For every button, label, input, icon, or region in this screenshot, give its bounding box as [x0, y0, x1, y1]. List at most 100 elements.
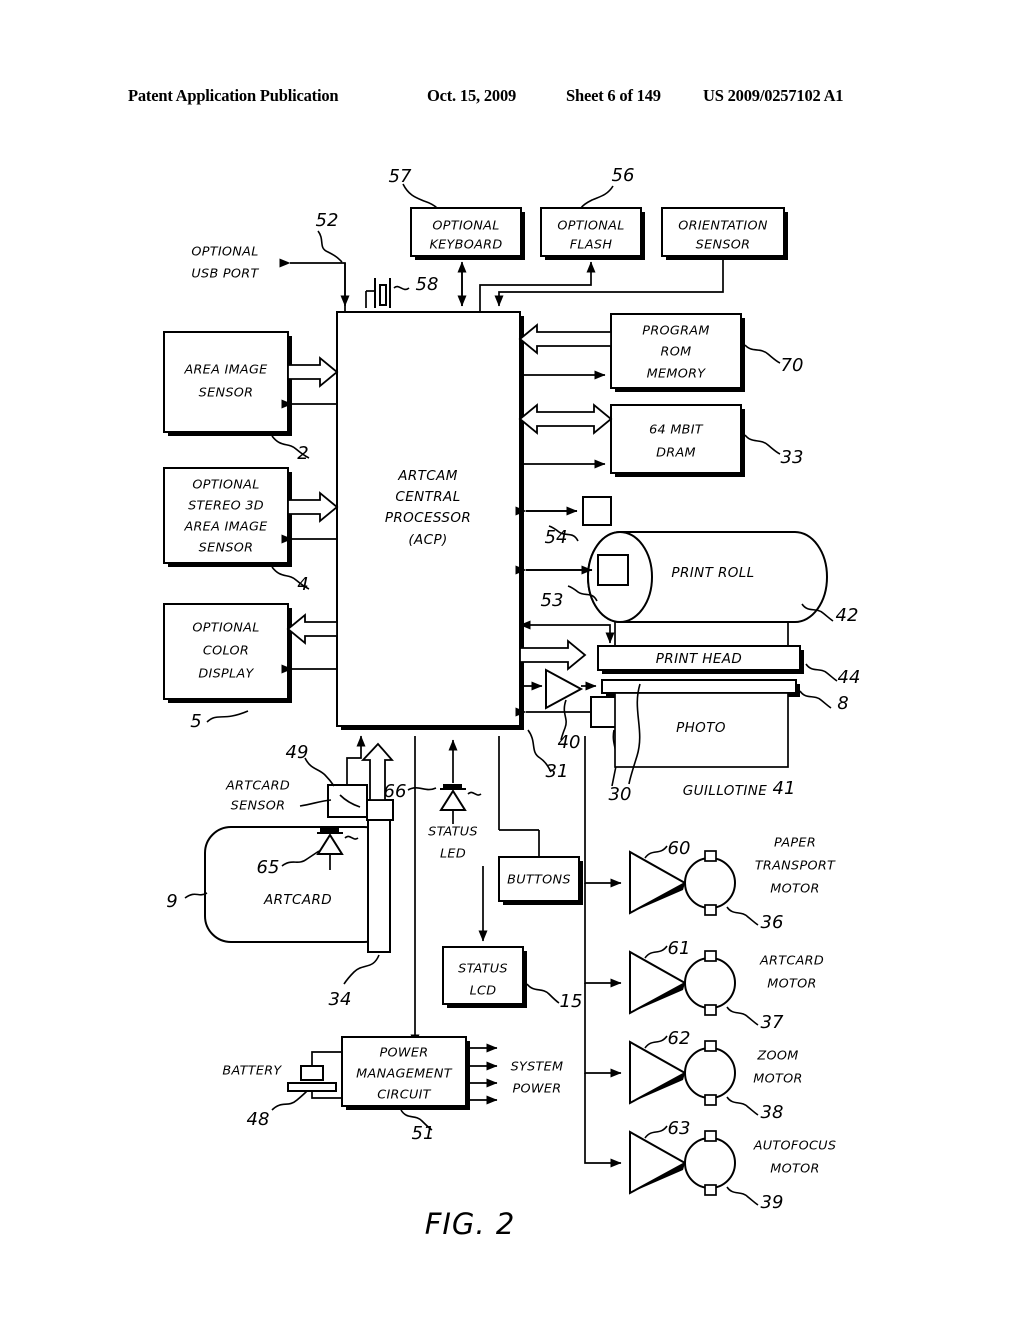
wire-acp-to-motor-63 [584, 1073, 622, 1168]
dram-label-line-1: DRAM [656, 446, 696, 461]
autofocus-motor-label-line-1: MOTOR [770, 1162, 819, 1177]
ref-56: 56 [612, 165, 635, 186]
lead-57 [402, 183, 438, 209]
area-image-sensor-label-line-0: AREA IMAGE [183, 363, 268, 378]
paper-transport-motor-label-line-2: MOTOR [770, 882, 819, 897]
lead-52 [317, 230, 343, 263]
motor-37-terminal-bottom [704, 1004, 717, 1016]
wire-acp-to-motor-61 [584, 883, 622, 988]
dram-label-line-0: 64 MBIT [649, 423, 704, 438]
wire-acp-paper-sense [519, 620, 615, 644]
wire-acp-to-motor-62 [584, 983, 622, 1078]
motor-39-terminal-top [704, 1130, 717, 1142]
amplifier-63 [629, 1130, 688, 1195]
amplifier-61 [629, 950, 688, 1015]
amplifier-62 [629, 1040, 688, 1105]
power-management-label-line-1: MANAGEMENT [356, 1067, 453, 1082]
stereo-sensor-label-line-3: SENSOR [199, 541, 254, 556]
lead-38 [726, 1096, 759, 1116]
optional-keyboard-label-line-0: OPTIONAL [432, 219, 499, 234]
wire-orientation-to-acp [494, 256, 724, 307]
amplifier-60 [629, 850, 688, 915]
lead-9 [184, 892, 208, 899]
motor-37-terminal-top [704, 950, 717, 962]
bus-acp-to-color-display [286, 613, 338, 645]
ref-63: 63 [668, 1118, 691, 1139]
battery-wire-bottom [311, 1091, 342, 1099]
lead-66 [407, 787, 437, 791]
battery-label: BATTERY [222, 1064, 282, 1079]
artcard-slot-34 [367, 819, 391, 953]
lead-44 [805, 663, 838, 682]
amplifier-40-body [545, 668, 584, 710]
artcard-sensor-label-line-0: ARTCARD [225, 779, 290, 794]
bus-stereo-sensor-to-acp [287, 491, 339, 523]
ref-4: 4 [297, 574, 308, 595]
ref-34: 34 [329, 989, 352, 1010]
buttons-label: BUTTONS [507, 873, 571, 888]
led-65-cathode [320, 828, 339, 834]
ref-31: 31 [546, 761, 569, 782]
motor-36-body [684, 857, 736, 909]
ref-5: 5 [190, 711, 201, 732]
acp-label-line-1: CENTRAL [395, 489, 460, 505]
color-display-label-line-2: DISPLAY [198, 667, 254, 682]
usb-port-label-line-0: OPTIONAL [191, 245, 258, 260]
ref-33: 33 [781, 447, 804, 468]
ref-36: 36 [761, 912, 784, 933]
stereo-sensor-label-line-1: STEREO 3D [188, 499, 264, 514]
photo-label: PHOTO [676, 720, 726, 736]
bus-acp-dram [518, 403, 613, 435]
lead-37 [726, 1006, 759, 1026]
ref-54: 54 [545, 527, 568, 548]
lead-61 [644, 945, 668, 959]
figure-caption: FIG. 2 [425, 1207, 516, 1241]
ref-2: 2 [297, 443, 308, 464]
artcard-motor-label-line-1: MOTOR [767, 977, 816, 992]
motor-38-terminal-top [704, 1040, 717, 1052]
block-area-image-sensor [163, 331, 289, 433]
status-led-emit [467, 791, 482, 796]
lead-5 [206, 710, 249, 723]
lead-48 [271, 1090, 308, 1111]
ref-40: 40 [558, 732, 581, 753]
usb-port-label-line-1: USB PORT [191, 267, 259, 282]
block-authentication-chip-53 [597, 554, 629, 586]
motor-36-terminal-top [704, 850, 717, 862]
lead-63 [644, 1125, 668, 1139]
patent-sheet: Patent Application Publication Oct. 15, … [0, 0, 1024, 1320]
ref-51: 51 [412, 1123, 435, 1144]
ref-49: 49 [286, 742, 309, 763]
lead-8 [799, 690, 832, 709]
ref-57: 57 [389, 166, 412, 187]
block-authentication-chip-54 [582, 496, 612, 526]
ref-65: 65 [257, 857, 280, 878]
lead-33 [744, 434, 781, 455]
wire-acp-to-flash [479, 261, 596, 312]
artcard-motor-label-line-0: ARTCARD [759, 954, 824, 969]
acp-label-line-0: ARTCAM [397, 468, 458, 484]
ref-38: 38 [761, 1102, 784, 1123]
lead-39 [726, 1186, 759, 1206]
status-lcd-label-line-0: STATUS [458, 962, 508, 977]
ref-53: 53 [541, 590, 564, 611]
program-rom-label-line-0: PROGRAM [642, 324, 709, 339]
ref-9: 9 [166, 891, 177, 912]
ref-42: 42 [836, 605, 859, 626]
ref-62: 62 [668, 1028, 691, 1049]
optional-flash-label-line-1: FLASH [570, 238, 613, 253]
optional-keyboard-label-line-1: KEYBOARD [429, 238, 502, 253]
zoom-motor-label-line-1: MOTOR [753, 1072, 802, 1087]
ref-37: 37 [761, 1012, 784, 1033]
lead-49 [304, 757, 335, 787]
program-rom-label-line-1: ROM [661, 345, 692, 360]
ref-8: 8 [837, 693, 848, 714]
ref-39: 39 [761, 1192, 784, 1213]
ref-52: 52 [316, 210, 339, 231]
stereo-sensor-label-line-0: OPTIONAL [192, 478, 259, 493]
ref-15: 15 [560, 991, 583, 1012]
lead-15 [526, 983, 560, 1004]
bus-area-sensor-to-acp [287, 356, 339, 388]
power-management-label-line-2: CIRCUIT [377, 1088, 431, 1103]
battery-cell-top [300, 1065, 324, 1081]
